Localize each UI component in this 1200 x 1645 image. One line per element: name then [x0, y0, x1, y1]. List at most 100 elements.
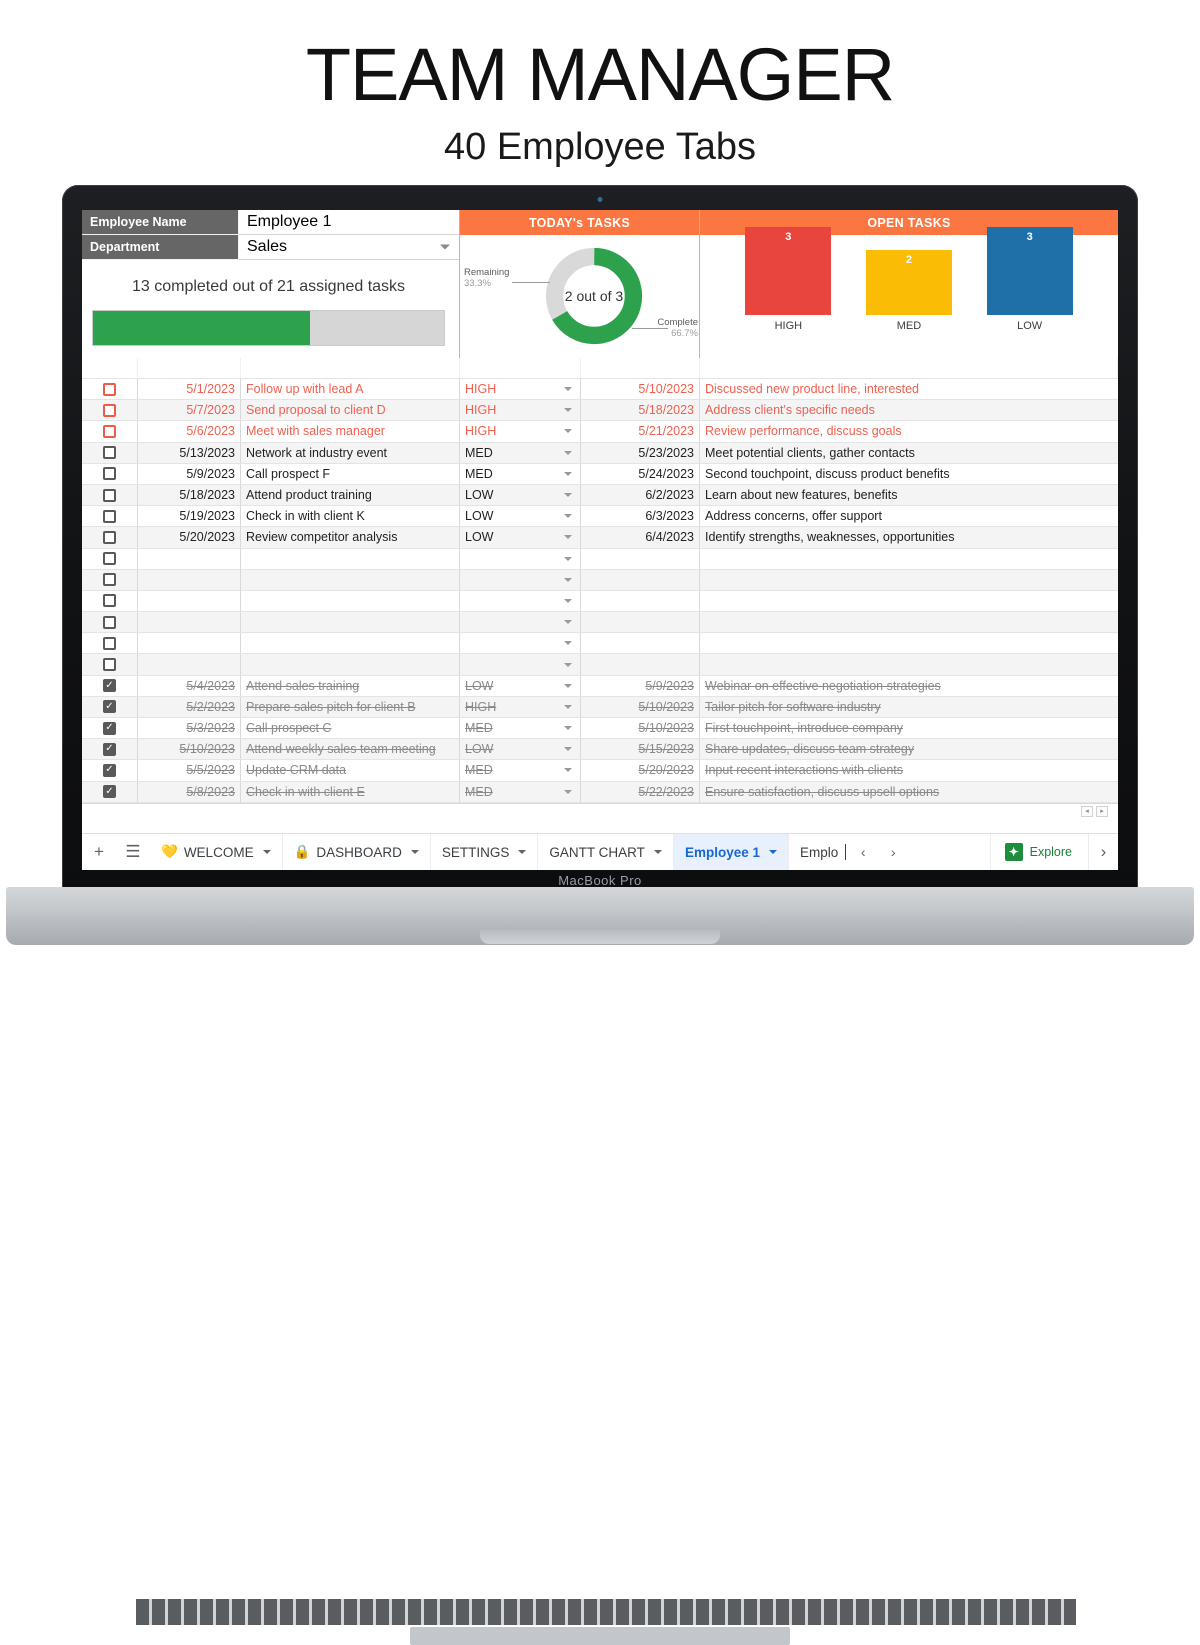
deadline-cell[interactable] [581, 569, 700, 590]
chevron-down-icon[interactable] [653, 850, 662, 854]
notes-cell[interactable] [700, 633, 1118, 653]
task-cell[interactable]: Check in with client K [241, 506, 460, 527]
priority-cell[interactable]: LOW [460, 484, 581, 506]
date-cell[interactable] [138, 654, 241, 675]
date-cell[interactable] [138, 548, 241, 569]
task-cell[interactable]: Follow up with lead A [241, 379, 460, 400]
task-cell[interactable]: Attend product training [241, 484, 460, 506]
task-cell[interactable]: Send proposal to client D [241, 400, 460, 421]
chevron-down-icon[interactable] [564, 768, 572, 773]
priority-cell[interactable]: MED [460, 781, 581, 802]
status-checkbox[interactable] [103, 424, 116, 438]
scroll-right-icon[interactable]: ▸ [1096, 805, 1108, 817]
status-cell[interactable] [82, 442, 138, 463]
horizontal-scrollbar[interactable]: ◂ ▸ [82, 802, 1118, 819]
table-row[interactable] [82, 633, 1118, 655]
table-row[interactable]: 5/1/2023 Follow up with lead A HIGH 5/10/20… [82, 379, 1118, 401]
date-cell[interactable]: 5/9/2023 [138, 463, 241, 484]
priority-cell[interactable]: HIGH [460, 696, 581, 717]
sheet-tab-employee-1[interactable]: Employee 1 [673, 833, 789, 870]
chevron-down-icon[interactable] [564, 620, 572, 625]
status-cell[interactable]: ✓ [82, 675, 138, 696]
notes-cell[interactable]: Identify strengths, weaknesses, opportun… [700, 527, 1118, 547]
sheet-tab-dashboard[interactable]: 🔒 DASHBOARD [283, 833, 431, 870]
table-row[interactable]: ✓ 5/2/2023 Prepare sales pitch for client … [82, 696, 1118, 718]
table-row[interactable]: 5/6/2023 Meet with sales manager HIGH 5/21/… [82, 421, 1118, 443]
chevron-down-icon[interactable] [410, 850, 419, 854]
priority-cell[interactable]: LOW [460, 506, 581, 527]
deadline-cell[interactable] [581, 654, 700, 675]
date-cell[interactable]: 5/20/2023 [138, 527, 241, 548]
priority-cell[interactable]: HIGH [460, 379, 581, 400]
status-checkbox[interactable] [103, 636, 116, 650]
task-cell[interactable] [241, 654, 460, 675]
date-cell[interactable]: 5/7/2023 [138, 400, 241, 421]
notes-cell[interactable]: Input recent interactions with clients [700, 760, 1118, 780]
employee-name-value[interactable]: Employee 1 [239, 210, 459, 235]
task-cell[interactable]: Update CRM data [241, 760, 460, 781]
chevron-down-icon[interactable] [564, 598, 572, 603]
priority-cell[interactable]: MED [460, 760, 581, 781]
status-cell[interactable] [82, 548, 138, 569]
deadline-cell[interactable]: 5/22/2023 [581, 781, 700, 802]
status-cell[interactable] [82, 569, 138, 590]
date-cell[interactable]: 5/1/2023 [138, 379, 241, 400]
status-cell[interactable] [82, 463, 138, 484]
deadline-cell[interactable]: 5/10/2023 [581, 718, 700, 739]
status-cell[interactable] [82, 633, 138, 654]
status-cell[interactable] [82, 421, 138, 442]
table-row[interactable]: 5/7/2023 Send proposal to client D HIGH 5/1… [82, 400, 1118, 422]
status-checkbox[interactable] [103, 488, 116, 502]
task-cell[interactable]: Prepare sales pitch for client B [241, 696, 460, 717]
tab-next-arrow[interactable]: › [878, 844, 908, 860]
deadline-cell[interactable]: 6/2/2023 [581, 484, 700, 506]
status-cell[interactable] [82, 527, 138, 548]
status-cell[interactable] [82, 484, 138, 506]
chevron-down-icon[interactable] [564, 535, 572, 540]
date-cell[interactable]: 5/10/2023 [138, 739, 241, 760]
table-row[interactable] [82, 654, 1118, 676]
sheet-tab-gantt-chart[interactable]: GANTT CHART [538, 833, 674, 870]
notes-cell[interactable]: Address client's specific needs [700, 400, 1118, 420]
priority-cell[interactable] [460, 633, 581, 654]
notes-cell[interactable]: Second touchpoint, discuss product benef… [700, 464, 1118, 484]
notes-cell[interactable]: First touchpoint, introduce company [700, 718, 1118, 738]
table-row[interactable] [82, 590, 1118, 613]
table-row[interactable]: 5/18/2023 Attend product training LOW 6/2/2… [82, 484, 1118, 507]
sheet-tab-welcome[interactable]: 💛 WELCOME [150, 833, 283, 870]
all-sheets-menu-icon[interactable]: ☰ [116, 842, 150, 862]
notes-cell[interactable]: Discussed new product line, interested [700, 379, 1118, 399]
deadline-cell[interactable]: 5/15/2023 [581, 739, 700, 760]
chevron-down-icon[interactable] [262, 850, 271, 854]
status-checkbox[interactable] [103, 382, 116, 396]
chevron-down-icon[interactable] [564, 683, 572, 688]
sheet-tab-settings[interactable]: SETTINGS [431, 833, 539, 870]
status-checkbox[interactable]: ✓ [103, 700, 116, 714]
priority-cell[interactable] [460, 590, 581, 612]
deadline-cell[interactable] [581, 612, 700, 633]
task-cell[interactable]: Call prospect C [241, 718, 460, 739]
priority-cell[interactable] [460, 654, 581, 675]
chevron-down-icon[interactable] [564, 704, 572, 709]
deadline-cell[interactable] [581, 633, 700, 654]
status-checkbox[interactable] [103, 615, 116, 629]
tab-prev-arrow[interactable]: ‹ [848, 844, 878, 860]
priority-cell[interactable] [460, 569, 581, 590]
chevron-down-icon[interactable] [564, 747, 572, 752]
department-select[interactable]: Sales [239, 235, 459, 260]
task-cell[interactable]: Review competitor analysis [241, 527, 460, 548]
status-checkbox[interactable] [103, 594, 116, 608]
status-checkbox[interactable] [103, 530, 116, 544]
table-row[interactable]: ✓ 5/5/2023 Update CRM data MED 5/20/2023 Inpu… [82, 760, 1118, 782]
task-cell[interactable] [241, 612, 460, 633]
chevron-down-icon[interactable] [564, 514, 572, 519]
chevron-down-icon[interactable] [564, 789, 572, 794]
status-cell[interactable]: ✓ [82, 760, 138, 781]
status-cell[interactable]: ✓ [82, 781, 138, 802]
notes-cell[interactable]: Meet potential clients, gather contacts [700, 443, 1118, 463]
date-cell[interactable]: 5/13/2023 [138, 442, 241, 463]
task-cell[interactable] [241, 590, 460, 612]
task-cell[interactable]: Attend sales training [241, 675, 460, 696]
status-checkbox[interactable] [103, 658, 116, 672]
table-row[interactable] [82, 612, 1118, 634]
